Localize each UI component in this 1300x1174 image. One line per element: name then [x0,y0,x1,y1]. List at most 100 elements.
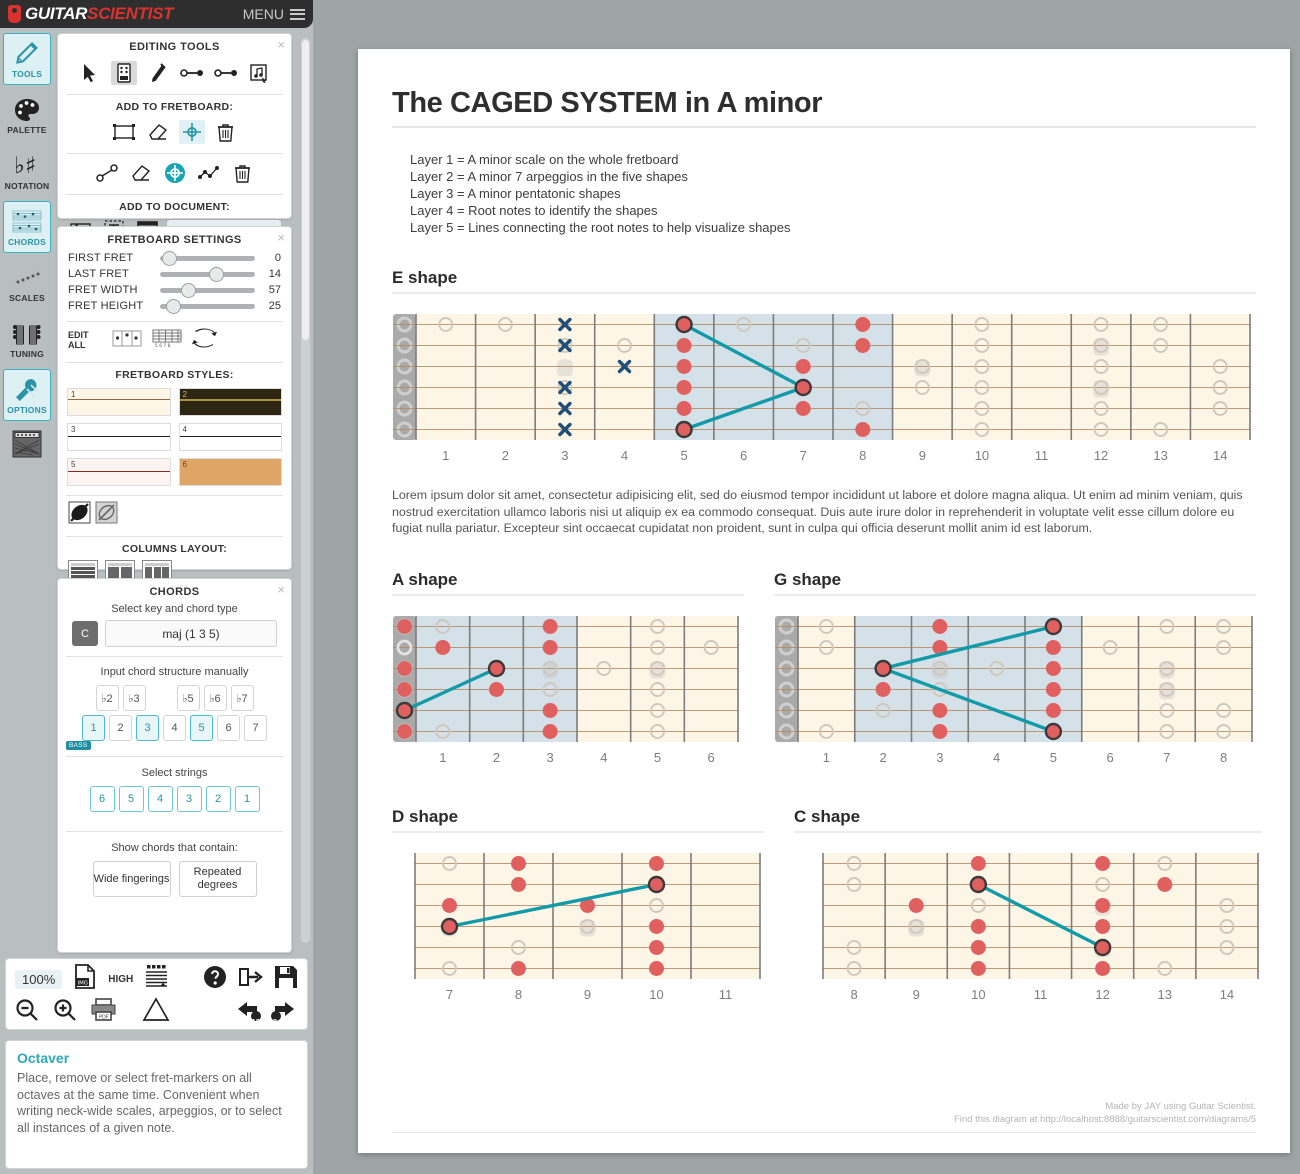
tooltip-text: Place, remove or select fret-markers on … [17,1071,282,1135]
flat-7-button[interactable]: ♭7 [230,685,254,711]
chord-type-select[interactable]: maj (1 3 5) [105,620,277,647]
close-icon[interactable]: × [277,582,285,597]
sidebar-item-chords[interactable]: CHORDS [3,201,51,253]
polyline-icon[interactable] [196,161,222,185]
tab-icon[interactable] [144,964,168,994]
redo-icon[interactable]: 0 [270,998,298,1027]
panel-scrollbar[interactable] [301,38,310,943]
slider-first-fret[interactable]: FIRST FRET 0 [58,250,291,266]
wide-fingerings-button[interactable]: Wide fingerings [92,861,171,897]
style-number: 3 [71,425,76,434]
degrees-row: 1 2 3 4 5 6 7 BASS [58,713,291,753]
slider-track[interactable] [160,298,255,314]
sidebar-item-palette[interactable]: PALETTE [3,89,51,141]
menu-button[interactable]: MENU [243,6,305,22]
fretboard-style-3[interactable]: 3 [67,423,171,451]
flip-icon[interactable] [192,327,217,354]
slider-last-fret[interactable]: LAST FRET 14 [58,266,291,282]
rectangle-icon[interactable] [111,120,137,144]
sidebar-item-amp[interactable] [3,425,51,463]
undo-icon[interactable]: 19 [234,998,262,1027]
slider-knob[interactable] [165,298,181,314]
save-icon[interactable] [274,965,298,994]
line-icon[interactable] [94,161,120,185]
interval-icon[interactable] [179,61,205,85]
eraser-icon[interactable] [145,120,171,144]
fretboard-c-shape[interactable]: 8 9 10 11 12 13 14 [794,847,1262,1017]
marker-add-icon[interactable] [178,120,205,144]
degree-7-button[interactable]: 7 [244,715,267,741]
quality-label[interactable]: HIGH [108,974,133,985]
slider-track[interactable] [160,266,255,282]
eraser-icon[interactable] [128,161,154,185]
slider-knob[interactable] [180,282,196,298]
zoom-in-icon[interactable] [53,998,77,1027]
string-2-button[interactable]: 2 [205,786,231,812]
repeated-degrees-button[interactable]: Repeated degrees [178,861,257,897]
columns-layout-label: COLUMNS LAYOUT: [121,543,228,555]
flat-2-button[interactable]: ♭2 [95,685,119,711]
shade-on-icon[interactable] [68,501,91,529]
sidebar-item-tools[interactable]: TOOLS [3,33,51,85]
shading-row [58,499,291,533]
degree-3-button[interactable]: 3 [136,715,159,741]
note-select-icon[interactable] [247,61,273,85]
scrollbar-thumb[interactable] [302,40,309,340]
slider-fret-height[interactable]: FRET HEIGHT 25 [58,298,291,314]
fretboard-style-2[interactable]: 2 [178,388,282,416]
slider-knob[interactable] [161,250,177,266]
fretboard-style-1[interactable]: 1 [67,388,171,416]
flat-3-button[interactable]: ♭3 [122,685,146,711]
degree-5-button[interactable]: 5 [190,715,213,741]
fretboard-a-shape[interactable]: 1 2 3 4 5 6 [392,610,744,780]
fretboard-d-shape[interactable]: 7 8 9 10 11 [392,847,764,1017]
fretboard-style-6[interactable]: 6 [178,458,282,486]
string-6-button[interactable]: 6 [89,786,115,812]
zoom-level[interactable]: 100% [15,969,63,989]
sidebar-item-tuning[interactable]: TUNING [3,313,51,365]
string-4-button[interactable]: 4 [147,786,173,812]
stomp-box-icon[interactable] [110,61,137,85]
string-1-button[interactable]: 1 [234,786,260,812]
metronome-icon[interactable] [141,997,171,1027]
print-pdf-icon[interactable]: PDF [91,998,116,1026]
help-icon[interactable] [203,965,227,994]
close-icon[interactable]: × [277,230,285,245]
string-5-button[interactable]: 5 [118,786,144,812]
fretboard-style-4[interactable]: 4 [178,423,282,451]
degree-2-button[interactable]: 2 [109,715,132,741]
sidebar-item-scales[interactable]: SCALES [3,257,51,309]
degree-6-button[interactable]: 6 [217,715,240,741]
fretboard-e-shape[interactable]: 1 2 3 4 5 6 7 8 9 10 11 12 13 14 [392,308,1256,478]
trash-icon[interactable] [213,120,239,144]
zoom-out-icon[interactable] [15,998,39,1027]
slider-track[interactable] [160,250,255,266]
key-select-button[interactable]: C [72,621,98,646]
sidebar-item-options[interactable]: OPTIONS [3,369,51,421]
string-3-button[interactable]: 3 [176,786,202,812]
close-icon[interactable]: × [277,37,285,52]
cursor-icon[interactable] [77,61,103,85]
shade-off-icon[interactable] [95,501,118,529]
svg-text:IMG: IMG [78,981,88,987]
degree-1-button[interactable]: 1 [82,715,105,741]
fretnumbers-icon[interactable]: 5 6 7 8 [152,329,182,353]
carrot-icon[interactable] [145,61,171,85]
markers-icon[interactable] [112,330,142,352]
octaver-icon[interactable] [162,161,188,185]
flat-5-button[interactable]: ♭5 [176,685,200,711]
svg-text:10: 10 [975,448,989,463]
export-image-icon[interactable]: IMG [73,964,97,994]
slider-knob[interactable] [209,266,225,282]
interval-arrow-icon[interactable] [213,61,239,85]
share-icon[interactable] [238,965,263,994]
slider-track[interactable] [160,282,255,298]
sidebar-item-notation[interactable]: ♭ ♯ NOTATION [3,145,51,197]
trash-icon[interactable] [230,161,256,185]
flat-6-button[interactable]: ♭6 [203,685,227,711]
fretboard-g-shape[interactable]: 1 2 3 4 5 6 7 8 [774,610,1256,780]
degree-4-button[interactable]: 4 [163,715,186,741]
fretboard-style-5[interactable]: 5 [67,458,171,486]
slider-fret-width[interactable]: FRET WIDTH 57 [58,282,291,298]
sidebar-item-label: CHORDS [7,236,47,247]
